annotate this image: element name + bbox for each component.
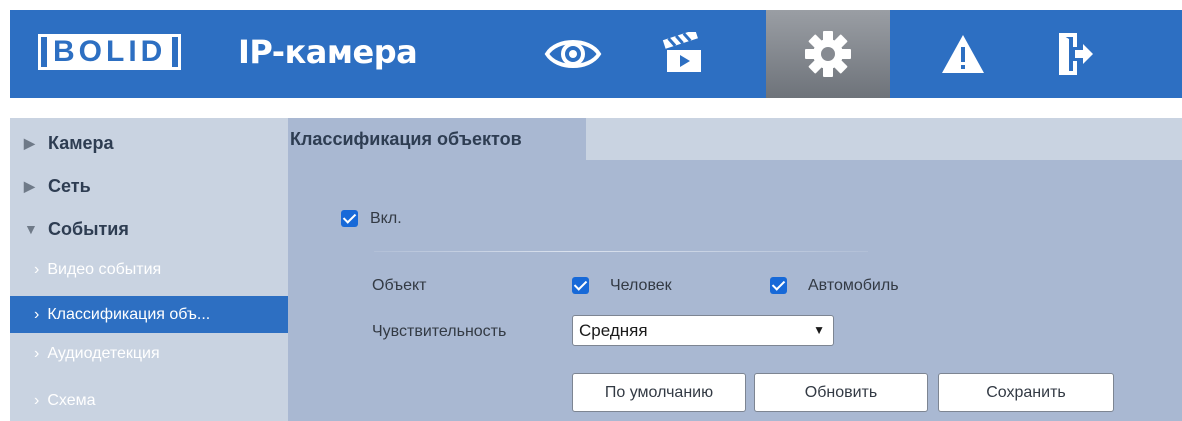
chevron-right-icon: › [34, 392, 40, 409]
gear-icon [805, 31, 851, 77]
nav-live-view[interactable] [518, 10, 628, 98]
enable-label: Вкл. [370, 210, 402, 227]
divider [374, 251, 868, 252]
sensitivity-select[interactable]: Средняя ▼ [572, 315, 834, 346]
top-header: BOLID IP-камера [10, 10, 1182, 98]
sidebar-subitem-audio-detection[interactable]: › Аудиодетекция [10, 337, 288, 371]
tab-object-classification[interactable]: Классификация объектов [288, 118, 586, 160]
sidebar-subitem-object-classification[interactable]: › Классификация объ... [10, 296, 288, 333]
sidebar-item-label: События [48, 218, 129, 239]
nav-playback[interactable] [628, 10, 738, 98]
sidebar-subitem-label: Классификация объ... [47, 305, 211, 323]
sidebar-item-camera[interactable]: ▶ Камера [10, 126, 288, 160]
triangle-right-icon: ▶ [24, 134, 35, 151]
sidebar-subitem-label: Видео события [47, 261, 162, 278]
nav-logout[interactable] [1020, 10, 1130, 98]
object-label: Объект [372, 277, 427, 294]
chevron-right-icon: › [34, 345, 40, 362]
vehicle-checkbox[interactable] [770, 277, 787, 294]
app-title: IP-камера [238, 33, 418, 71]
chevron-right-icon: › [34, 305, 40, 323]
brand-logo: BOLID [38, 30, 182, 74]
clapperboard-icon [662, 32, 701, 72]
tab-bar: Классификация объектов [288, 118, 1182, 160]
sensitivity-value: Средняя [579, 321, 648, 340]
sidebar-item-events[interactable]: ▼ События [10, 212, 288, 246]
triangle-down-icon: ▼ [24, 221, 38, 237]
refresh-button[interactable]: Обновить [754, 373, 928, 412]
sidebar-item-network[interactable]: ▶ Сеть [10, 169, 288, 203]
save-button[interactable]: Сохранить [938, 373, 1114, 412]
sidebar-subitem-label: Схема [47, 392, 96, 409]
enable-checkbox[interactable] [341, 210, 358, 227]
nav-settings[interactable] [766, 10, 890, 98]
sidebar: ▶ Камера ▶ Сеть ▼ События › Видео событи… [10, 118, 288, 421]
logo-frame: BOLID [38, 34, 182, 70]
default-button[interactable]: По умолчанию [572, 373, 746, 412]
warning-icon [942, 35, 984, 73]
sidebar-item-label: Камера [48, 132, 114, 153]
sensitivity-label: Чувствительность [372, 323, 507, 340]
human-label: Человек [610, 277, 672, 294]
vehicle-label: Автомобиль [808, 277, 899, 294]
main-content: Классификация объектов Вкл. Объект Челов… [288, 118, 1182, 421]
sidebar-subitem-schedule[interactable]: › Схема [10, 384, 288, 418]
nav-alarm[interactable] [908, 10, 1018, 98]
eye-icon [544, 40, 602, 68]
human-checkbox[interactable] [572, 277, 589, 294]
chevron-down-icon: ▼ [813, 323, 825, 337]
triangle-right-icon: ▶ [24, 177, 35, 194]
chevron-right-icon: › [34, 261, 40, 278]
sidebar-subitem-video-events[interactable]: › Видео события [10, 253, 288, 287]
sidebar-subitem-label: Аудиодетекция [47, 345, 160, 362]
logo-text: BOLID [47, 37, 173, 67]
exit-icon [1059, 33, 1093, 75]
sidebar-item-label: Сеть [48, 175, 91, 196]
